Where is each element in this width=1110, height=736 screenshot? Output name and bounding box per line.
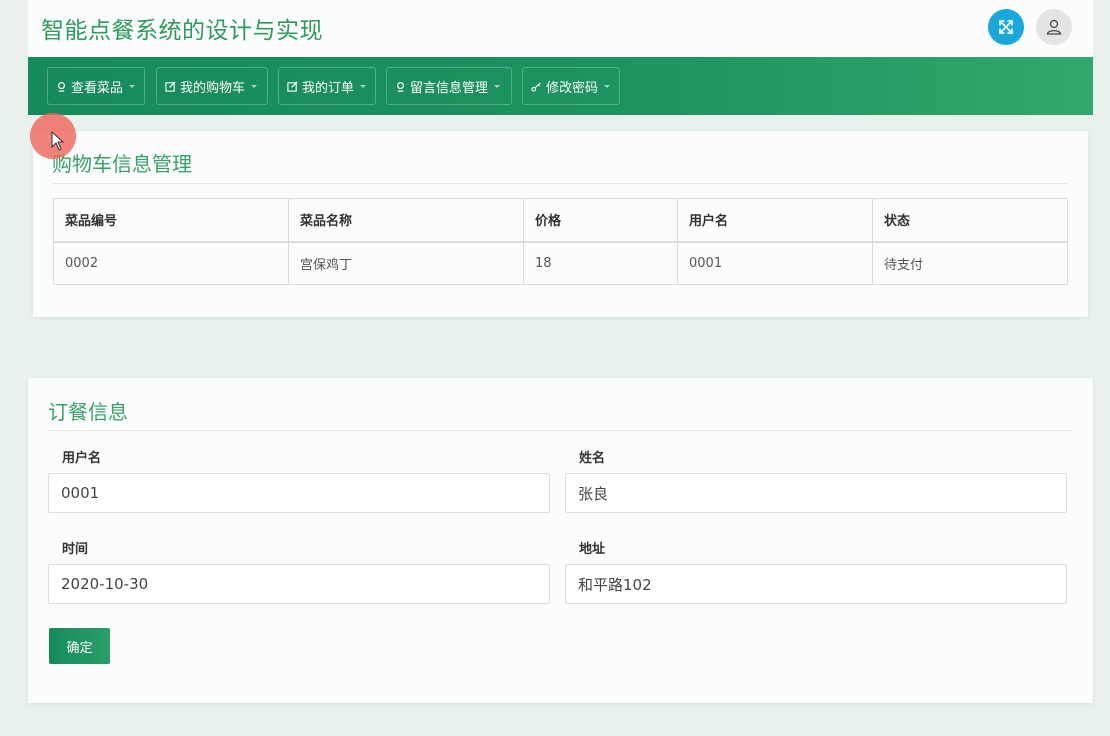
cart-panel: 购物车信息管理 菜品编号 菜品名称 价格 用户名 状态 0002 宫保鸡丁 18… (33, 131, 1088, 317)
nav-my-orders[interactable]: 我的订单 (278, 67, 376, 105)
order-form-panel: 订餐信息 用户名 姓名 时间 地址 确定 (28, 378, 1093, 703)
username-label: 用户名 (62, 451, 102, 466)
dish-icon (396, 81, 405, 92)
column-header: 菜品编号 (53, 198, 289, 243)
cursor-icon (51, 131, 65, 151)
chevron-down-icon (360, 84, 367, 88)
dish-icon (57, 81, 66, 92)
nav-label: 修改密码 (546, 80, 599, 96)
cart-table: 菜品编号 菜品名称 价格 用户名 状态 0002 宫保鸡丁 18 0001 待支… (53, 198, 1068, 285)
table-cell: 0001 (677, 241, 873, 285)
user-icon (1046, 19, 1062, 35)
chevron-down-icon (604, 84, 611, 88)
chevron-down-icon (129, 84, 136, 88)
table-header-row: 菜品编号 菜品名称 价格 用户名 状态 (53, 198, 1068, 243)
cart-panel-title: 购物车信息管理 (52, 152, 192, 176)
name-label: 姓名 (579, 451, 606, 466)
column-header: 状态 (872, 198, 1068, 243)
address-field[interactable] (565, 564, 1067, 604)
divider (52, 183, 1068, 184)
table-cell: 待支付 (872, 241, 1068, 285)
top-header: 智能点餐系统的设计与实现 (28, 0, 1093, 57)
chevron-down-icon (251, 84, 258, 88)
time-field[interactable] (48, 564, 550, 604)
address-label: 地址 (579, 542, 606, 557)
nav-change-password[interactable]: 修改密码 (522, 67, 620, 105)
table-row[interactable]: 0002 宫保鸡丁 18 0001 待支付 (53, 241, 1068, 285)
main-nav: 查看菜品 我的购物车 我的订单 留言信息管理 修改密码 (28, 57, 1093, 115)
nav-label: 我的订单 (302, 80, 355, 96)
table-cell: 18 (523, 241, 678, 285)
nav-label: 留言信息管理 (410, 80, 489, 96)
order-form-title: 订餐信息 (48, 400, 128, 424)
expand-arrows-icon (999, 20, 1013, 34)
name-field[interactable] (565, 473, 1067, 513)
edit-icon (287, 80, 298, 92)
fullscreen-button[interactable] (988, 9, 1024, 45)
chevron-down-icon (494, 84, 501, 88)
confirm-button[interactable]: 确定 (49, 628, 110, 664)
nav-messages[interactable]: 留言信息管理 (386, 67, 512, 105)
column-header: 菜品名称 (288, 198, 524, 243)
username-field[interactable] (48, 473, 550, 513)
time-label: 时间 (62, 542, 89, 557)
nav-label: 我的购物车 (180, 80, 246, 96)
edit-icon (165, 80, 176, 92)
app-title: 智能点餐系统的设计与实现 (41, 18, 323, 44)
divider (48, 430, 1072, 431)
column-header: 用户名 (677, 198, 873, 243)
nav-label: 查看菜品 (71, 80, 124, 96)
column-header: 价格 (523, 198, 678, 243)
nav-my-cart[interactable]: 我的购物车 (156, 67, 268, 105)
key-icon (531, 81, 541, 92)
user-button[interactable] (1036, 9, 1072, 45)
table-cell: 0002 (53, 241, 289, 285)
nav-view-dishes[interactable]: 查看菜品 (47, 67, 145, 105)
table-cell: 宫保鸡丁 (288, 241, 524, 285)
